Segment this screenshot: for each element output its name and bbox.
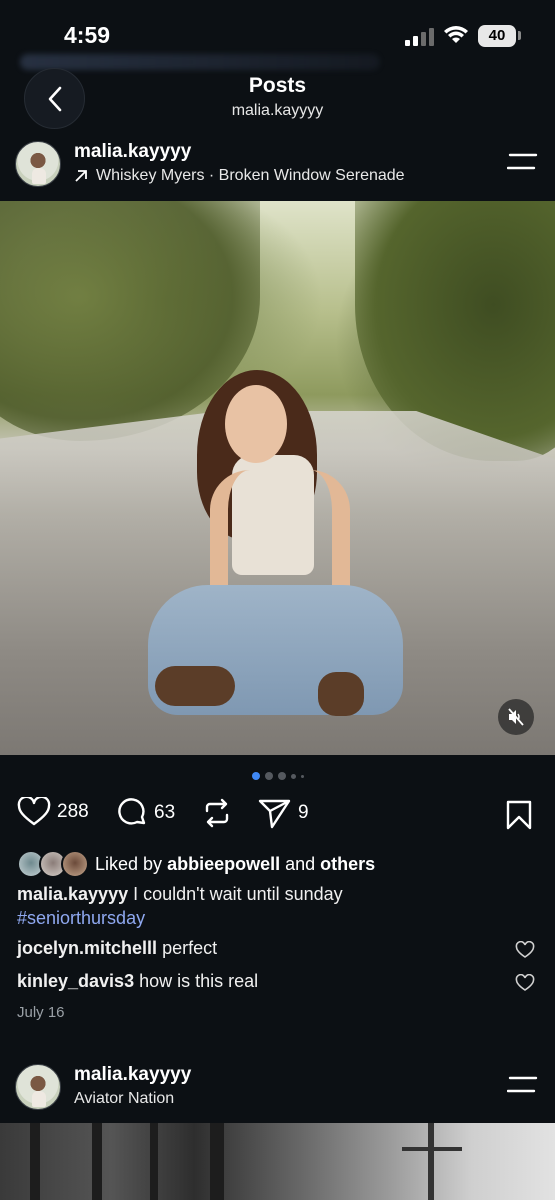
comment-item: kinley_davis3 how is this real <box>17 971 537 992</box>
caption-username[interactable]: malia.kayyyy <box>17 884 128 904</box>
comment-username[interactable]: jocelyn.mitchelll <box>17 938 157 958</box>
repost-button[interactable] <box>202 797 232 829</box>
liker-avatar <box>61 850 89 878</box>
liked-by-others[interactable]: others <box>320 854 375 875</box>
liker-avatars <box>17 850 89 878</box>
avatar[interactable] <box>15 1064 61 1110</box>
page-title: Posts <box>248 74 307 97</box>
caption-text: I couldn't wait until sunday <box>133 884 343 904</box>
status-time: 4:59 <box>64 22 111 48</box>
liked-by-user[interactable]: abbieepowell <box>167 854 280 875</box>
post-photo[interactable] <box>0 1123 555 1200</box>
menu-lines-icon[interactable] <box>507 1074 539 1096</box>
comment-bubble-icon <box>118 798 146 825</box>
post-header: malia.kayyyy Aviator Nation <box>0 1064 555 1126</box>
music-attribution[interactable]: Whiskey Myers · Broken Window Serenade <box>74 167 405 185</box>
blurred-notification <box>20 54 380 70</box>
liked-by-prefix: Liked by <box>95 853 163 874</box>
comment-count: 63 <box>154 802 176 823</box>
carousel-indicator <box>0 772 555 780</box>
share-count: 9 <box>298 802 309 823</box>
speaker-muted-icon <box>508 708 524 726</box>
photo-utility-pole <box>428 1123 434 1200</box>
page-subtitle: malia.kayyyy <box>231 102 324 119</box>
photo-beam <box>92 1123 102 1200</box>
post-username[interactable]: malia.kayyyy <box>74 141 191 163</box>
carousel-dot <box>264 772 273 780</box>
arrow-up-right-icon <box>75 170 87 182</box>
photo-figure-face <box>225 385 287 463</box>
mute-button[interactable] <box>498 699 534 735</box>
post-header: malia.kayyyy Whiskey Myers · Broken Wind… <box>0 141 555 203</box>
carousel-dot <box>290 773 296 779</box>
photo-beam <box>30 1123 40 1200</box>
like-button[interactable]: 288 <box>17 797 89 827</box>
photo-utility-crossbar <box>402 1147 462 1151</box>
photo-figure-feet <box>318 672 364 716</box>
post-date: July 16 <box>17 1004 65 1021</box>
like-count: 288 <box>57 801 89 822</box>
comment-username[interactable]: kinley_davis3 <box>17 971 134 991</box>
battery-nub <box>518 31 521 40</box>
wifi-icon <box>444 26 468 43</box>
post-username[interactable]: malia.kayyyy <box>74 1064 191 1086</box>
battery-indicator: 40 <box>478 25 516 47</box>
photo-beam <box>210 1123 224 1200</box>
carousel-dot-active <box>251 772 260 780</box>
music-label: Whiskey Myers · Broken Window Serenade <box>96 167 405 184</box>
liked-by-row[interactable]: Liked by abbieepowell and others <box>17 850 375 878</box>
comment-button[interactable]: 63 <box>116 797 175 829</box>
caption-hashtag[interactable]: #seniorthursday <box>17 908 145 928</box>
comment-text: perfect <box>162 938 218 958</box>
carousel-dot <box>277 772 286 780</box>
cellular-signal-icon <box>405 28 434 46</box>
heart-icon <box>17 797 51 826</box>
photo-figure-feet <box>155 666 235 706</box>
carousel-dot <box>300 774 304 778</box>
location-label: Aviator Nation <box>74 1090 175 1107</box>
liked-by-and: and <box>285 853 316 874</box>
post-caption: malia.kayyyy I couldn't wait until sunda… <box>17 882 537 930</box>
comment-like-icon[interactable] <box>515 974 535 992</box>
menu-lines-icon[interactable] <box>507 151 539 173</box>
photo-beam <box>150 1123 158 1200</box>
bookmark-icon[interactable] <box>505 799 533 831</box>
avatar[interactable] <box>15 141 61 187</box>
comment-text: how is this real <box>139 971 259 991</box>
post-actions: 288 63 9 <box>0 797 555 837</box>
post-location[interactable]: Aviator Nation <box>74 1090 174 1108</box>
comment-like-icon[interactable] <box>515 941 535 959</box>
repost-icon <box>205 798 229 828</box>
comment-item: jocelyn.mitchelll perfect <box>17 938 537 959</box>
share-button[interactable]: 9 <box>258 797 309 829</box>
status-bar: 4:59 40 <box>0 0 555 62</box>
send-icon <box>258 799 291 829</box>
